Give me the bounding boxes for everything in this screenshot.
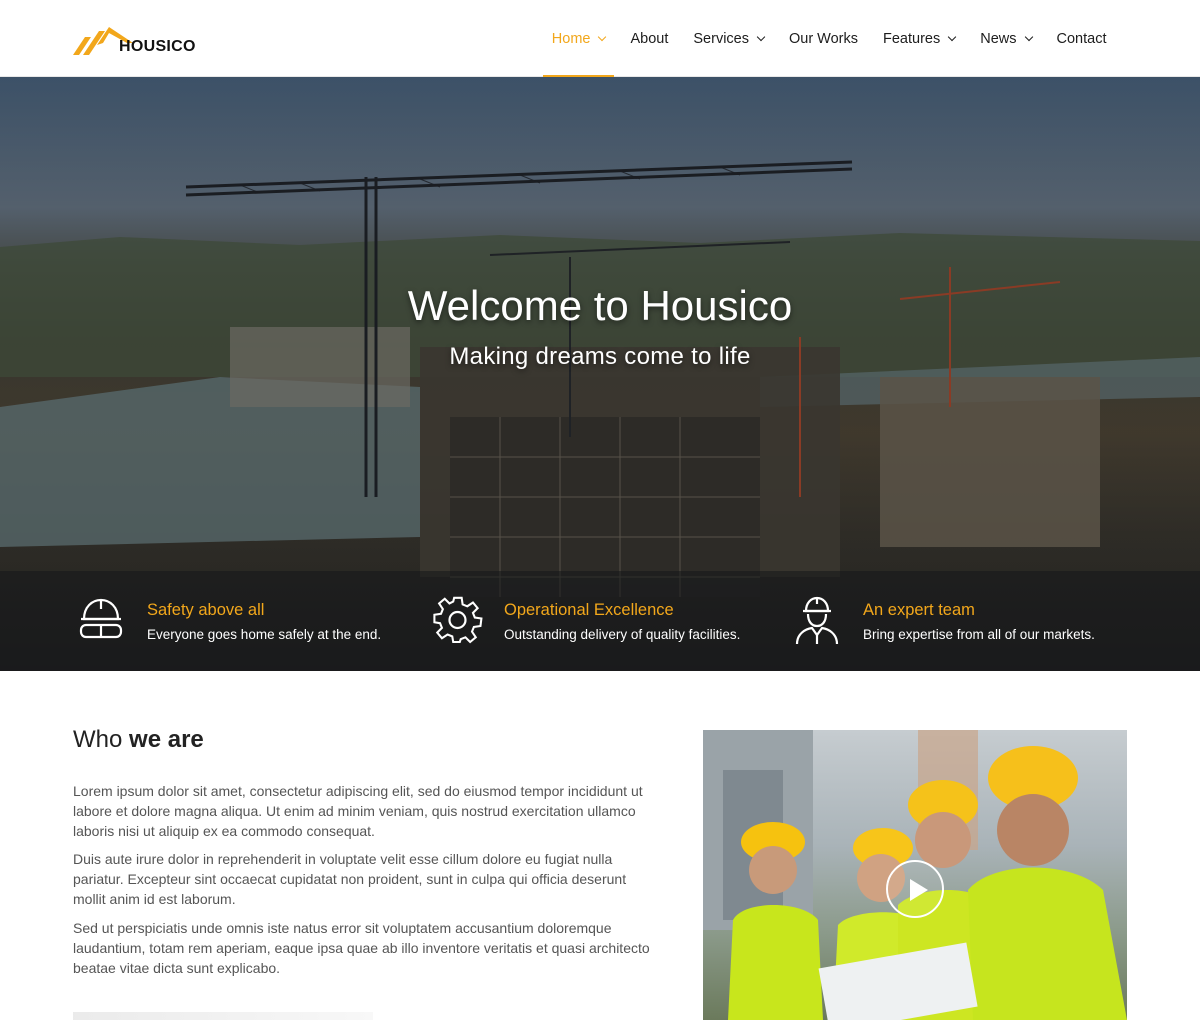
about-paragraph: Duis aute irure dolor in reprehenderit i… — [73, 851, 627, 907]
nav-item-home[interactable]: Home — [539, 0, 618, 78]
feature-text: Outstanding delivery of quality faciliti… — [504, 627, 741, 642]
main-nav: Home About Services Our Works Features N… — [539, 0, 1119, 78]
nav-label-our-works: Our Works — [788, 30, 859, 47]
hero-section: Welcome to Housico Making dreams come to… — [0, 77, 1200, 671]
nav-item-services[interactable]: Services — [681, 0, 777, 77]
nav-item-about[interactable]: About — [618, 0, 681, 77]
feature-excellence: Operational Excellence Outstanding deliv… — [433, 595, 740, 645]
chevron-down-icon — [948, 32, 957, 41]
chevron-down-icon — [756, 32, 766, 41]
nav-label-features: Features — [883, 30, 941, 47]
play-button[interactable] — [886, 860, 944, 918]
feature-title: Safety above all — [147, 601, 265, 619]
logo[interactable]: HOUSICO — [73, 21, 196, 57]
safety-helmet-goggles-icon — [79, 598, 123, 639]
hero-title: Welcome to Housico — [407, 282, 793, 329]
hero-subtitle: Making dreams come to life — [449, 343, 751, 370]
feature-safety: Safety above all Everyone goes home safe… — [76, 595, 381, 645]
about-paragraph: Lorem ipsum dolor sit amet, consectetur … — [73, 783, 643, 839]
worker-icon — [795, 596, 839, 645]
faded-text-row — [73, 1012, 373, 1020]
site-header: HOUSICO Home About Services Our Works Fe… — [0, 0, 1200, 78]
nav-label-about: About — [630, 30, 669, 47]
nav-label-home: Home — [551, 30, 591, 47]
feature-text: Bring expertise from all of our markets. — [863, 627, 1095, 642]
section-title-light: Who — [73, 726, 123, 753]
feature-title: An expert team — [863, 601, 975, 619]
about-paragraph: Sed ut perspiciatis unde omnis iste natu… — [73, 920, 650, 976]
features-bar: Safety above all Everyone goes home safe… — [0, 571, 1200, 671]
nav-item-news[interactable]: News — [968, 0, 1044, 77]
nav-item-contact[interactable]: Contact — [1044, 0, 1119, 77]
feature-text: Everyone goes home safely at the end. — [147, 627, 382, 642]
video-thumbnail[interactable] — [703, 730, 1127, 1020]
chevron-down-icon — [1024, 32, 1033, 41]
nav-item-features[interactable]: Features — [871, 0, 968, 77]
gear-icon — [433, 596, 483, 644]
logo-text: HOUSICO — [119, 38, 196, 55]
feature-expert-team: An expert team Bring expertise from all … — [792, 595, 1095, 645]
nav-label-services: Services — [693, 30, 749, 47]
section-title-bold: we are — [129, 726, 204, 753]
nav-item-our-works[interactable]: Our Works — [776, 0, 870, 77]
section-title: Who we are — [73, 726, 204, 754]
nav-label-contact: Contact — [1056, 30, 1107, 47]
feature-title: Operational Excellence — [504, 601, 674, 619]
nav-label-news: News — [980, 30, 1017, 47]
chevron-down-icon — [598, 32, 607, 41]
